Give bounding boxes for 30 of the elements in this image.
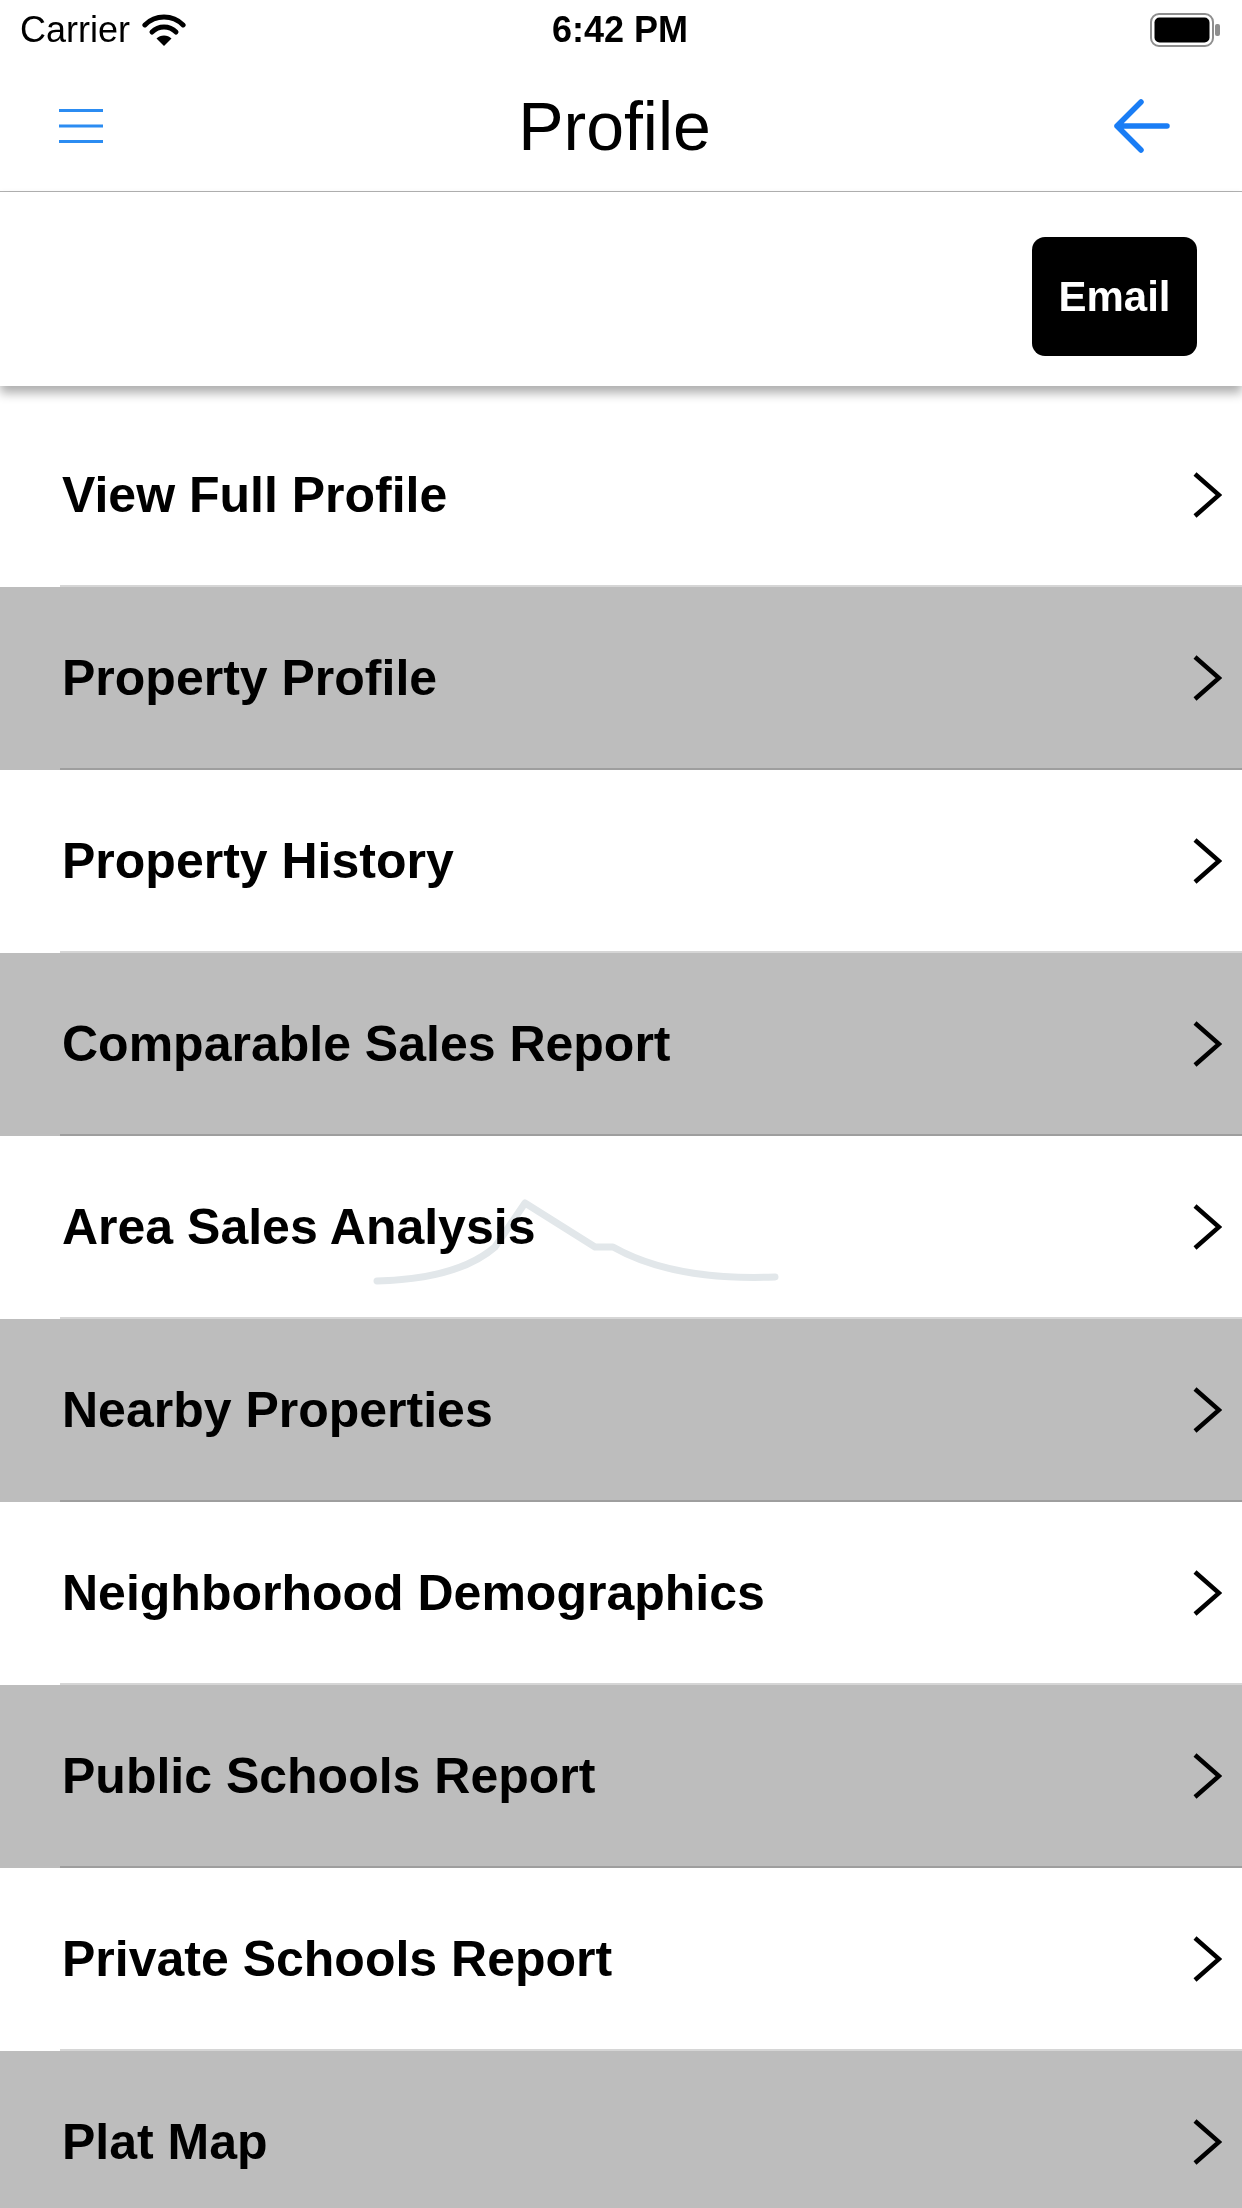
chevron-right-icon <box>1192 1568 1222 1617</box>
page-title: Profile <box>518 86 711 166</box>
menu-item[interactable]: View Full Profile <box>0 404 1242 587</box>
status-time: 6:42 PM <box>551 10 689 50</box>
carrier-label: Carrier <box>20 10 130 50</box>
battery-icon <box>1150 13 1220 47</box>
menu-item[interactable]: Comparable Sales Report <box>0 953 1242 1136</box>
wifi-icon <box>142 13 186 47</box>
chevron-right-icon <box>1192 1202 1222 1251</box>
menu-button[interactable] <box>59 108 103 143</box>
back-arrow-icon <box>1112 98 1170 153</box>
chevron-right-icon <box>1192 653 1222 702</box>
chevron-right-icon <box>1192 1751 1222 1800</box>
menu-icon <box>59 108 103 143</box>
chevron-right-icon <box>1192 1019 1222 1068</box>
menu-item[interactable]: Area Sales Analysis <box>0 1136 1242 1319</box>
chevron-right-icon <box>1192 836 1222 885</box>
email-button[interactable]: Email <box>1032 237 1197 356</box>
menu-item[interactable]: Plat Map <box>0 2051 1242 2208</box>
chevron-right-icon <box>1192 1934 1222 1983</box>
menu-item[interactable]: Property History <box>0 770 1242 953</box>
chevron-right-icon <box>1192 2117 1222 2166</box>
chevron-right-icon <box>1192 470 1222 519</box>
menu-item[interactable]: Public Schools Report <box>0 1685 1242 1868</box>
menu-item[interactable]: Private Schools Report <box>0 1868 1242 2051</box>
chevron-right-icon <box>1192 1385 1222 1434</box>
menu-item[interactable]: Property Profile <box>0 587 1242 770</box>
menu-item[interactable]: Neighborhood Demographics <box>0 1502 1242 1685</box>
menu-item[interactable]: Nearby Properties <box>0 1319 1242 1502</box>
back-button[interactable] <box>1112 98 1170 153</box>
